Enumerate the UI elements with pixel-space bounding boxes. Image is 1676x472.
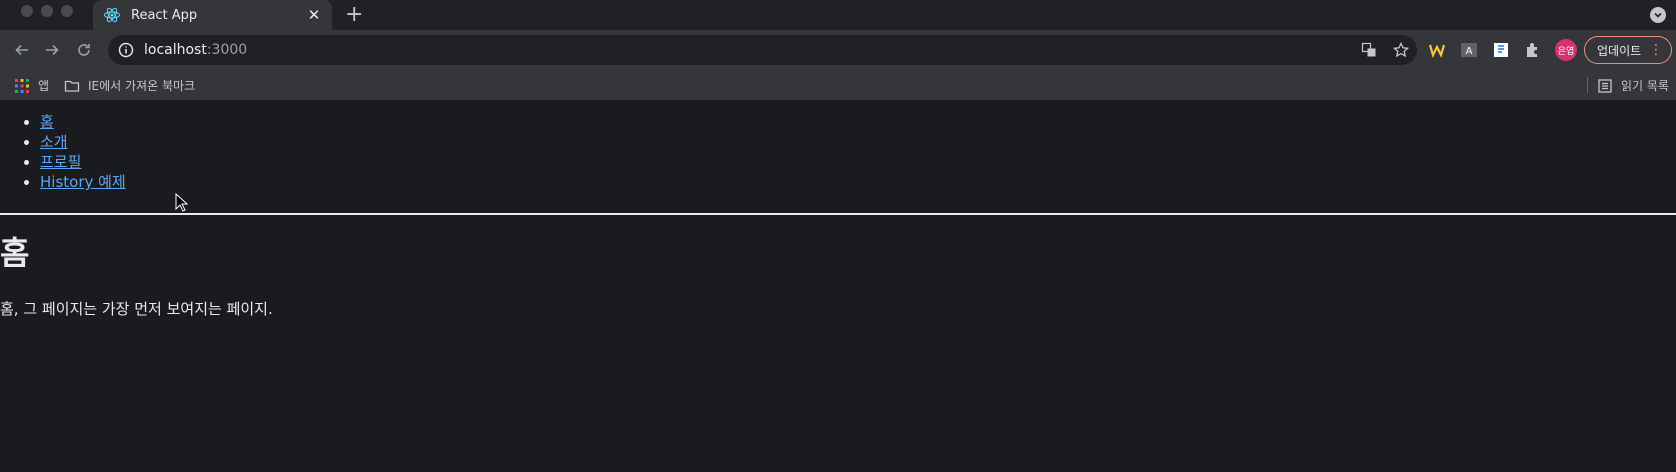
reload-button[interactable] xyxy=(74,40,94,60)
arrow-left-icon xyxy=(15,44,28,56)
tab-strip: React App ✕ + xyxy=(0,0,1676,30)
window-controls xyxy=(21,5,73,17)
new-tab-button[interactable]: + xyxy=(345,3,363,27)
address-bar[interactable]: localhost:3000 xyxy=(108,35,1417,65)
bookmark-star-icon[interactable] xyxy=(1393,42,1409,58)
extension-w-icon[interactable] xyxy=(1428,41,1446,59)
more-menu-icon[interactable]: ⋮ xyxy=(1649,41,1663,59)
nav-link-history[interactable]: History 예제 xyxy=(40,173,126,191)
tab-close-icon[interactable]: ✕ xyxy=(306,6,322,24)
nav-item-about: 소개 xyxy=(40,132,1676,152)
update-button[interactable]: 업데이트 ⋮ xyxy=(1584,36,1672,64)
profile-avatar[interactable]: 은엽 xyxy=(1555,39,1577,61)
bookmark-folder-label: IE에서 가져온 북마크 xyxy=(88,79,196,93)
tab-title: React App xyxy=(131,7,198,23)
reading-list-icon xyxy=(1598,78,1612,93)
page-description: 홈, 그 페이지는 가장 먼저 보여지는 페이지. xyxy=(0,300,273,318)
svg-text:A: A xyxy=(1466,46,1473,57)
extension-docs-icon[interactable] xyxy=(1492,41,1510,59)
browser-tab[interactable]: React App ✕ xyxy=(93,0,332,30)
translate-icon[interactable] xyxy=(1361,42,1377,58)
horizontal-divider xyxy=(0,213,1676,215)
reading-list-button[interactable]: 읽기 목록 xyxy=(1597,77,1669,94)
arrow-right-icon xyxy=(46,44,59,56)
url-host: localhost xyxy=(144,42,207,58)
react-icon xyxy=(104,7,120,23)
nav-item-home: 홈 xyxy=(40,112,1676,132)
nav-menu: 홈 소개 프로필 History 예제 xyxy=(0,100,1676,192)
back-button[interactable] xyxy=(12,40,32,60)
chevron-down-icon xyxy=(1654,12,1662,18)
nav-item-history: History 예제 xyxy=(40,172,1676,192)
update-label: 업데이트 xyxy=(1597,43,1642,58)
bookmarks-bar: 앱 IE에서 가져온 북마크 읽기 목록 xyxy=(0,70,1676,100)
browser-toolbar: localhost:3000 A 은엽 업데이트 ⋮ xyxy=(0,30,1676,70)
extension-a-icon[interactable]: A xyxy=(1460,41,1478,59)
nav-link-about[interactable]: 소개 xyxy=(40,133,68,151)
nav-link-profile[interactable]: 프로필 xyxy=(40,153,81,171)
url-port: :3000 xyxy=(206,42,248,58)
mouse-cursor-icon xyxy=(175,193,189,212)
minimize-window-button[interactable] xyxy=(41,5,53,17)
bookmark-apps-label: 앱 xyxy=(38,79,50,93)
maximize-window-button[interactable] xyxy=(61,5,73,17)
info-icon[interactable] xyxy=(118,42,134,58)
bookmarks-divider xyxy=(1587,77,1588,93)
reload-icon xyxy=(78,44,90,56)
close-window-button[interactable] xyxy=(21,5,33,17)
apps-grid-icon xyxy=(15,78,29,93)
nav-item-profile: 프로필 xyxy=(40,152,1676,172)
url-text: localhost:3000 xyxy=(144,42,247,58)
bookmark-apps[interactable]: 앱 xyxy=(14,77,49,94)
page-title: 홈 xyxy=(0,234,30,272)
page-content: 홈 소개 프로필 History 예제 홈 홈, 그 페이지는 가장 먼저 보여… xyxy=(0,100,1676,472)
forward-button[interactable] xyxy=(42,40,62,60)
bookmark-folder-ie[interactable]: IE에서 가져온 북마크 xyxy=(64,77,195,94)
folder-icon xyxy=(64,80,80,92)
nav-link-home[interactable]: 홈 xyxy=(40,113,54,131)
tab-search-button[interactable] xyxy=(1650,7,1666,23)
reading-list-label: 읽기 목록 xyxy=(1621,79,1669,93)
extensions-puzzle-icon[interactable] xyxy=(1524,41,1542,59)
